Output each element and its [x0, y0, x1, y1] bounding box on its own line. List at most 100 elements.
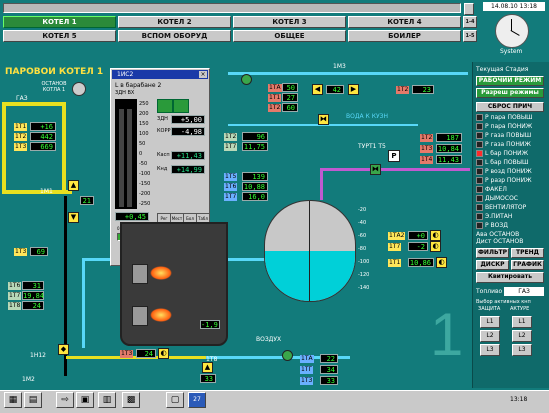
valve-bottom-up[interactable]: ▲ — [202, 362, 213, 373]
choice-l3-protection[interactable]: L3 — [480, 344, 500, 356]
tag-1ta-bottom: 1ТА — [300, 355, 314, 363]
acknowledge-button[interactable]: Квитировать — [476, 272, 544, 283]
nav-boiler[interactable]: БОИЛЕР — [348, 30, 461, 42]
drum-control-icon[interactable]: ◐ — [430, 230, 441, 241]
status-led — [476, 186, 483, 193]
taskbar-icon-box[interactable]: ▣ — [76, 392, 94, 408]
tag-mid-1t2: 1Т2 — [224, 133, 238, 141]
choice-l3-active[interactable]: L3 — [512, 344, 532, 356]
arrow-down-icon[interactable]: ▼ — [68, 212, 79, 223]
kor-label: КОРР — [157, 128, 171, 134]
nav-kotel-2[interactable]: КОТЕЛ 2 — [118, 16, 231, 28]
stop-boiler-button[interactable] — [72, 82, 86, 96]
choice-l1-active[interactable]: L1 — [512, 316, 532, 328]
trend-button[interactable]: ТРЕНД — [511, 248, 544, 258]
taskbar-clock: 13:18 — [510, 396, 528, 403]
gas-pipe-vertical — [2, 102, 6, 192]
nav-kotel-3[interactable]: КОТЕЛ 3 — [233, 16, 346, 28]
valve-top-left[interactable]: ◀ — [312, 84, 323, 95]
nav-kotel-4[interactable]: КОТЕЛ 4 — [348, 16, 461, 28]
choice-l2-active[interactable]: L2 — [512, 330, 532, 342]
value-1t1: +16 — [30, 122, 56, 131]
valve-mid-icon[interactable]: ⧓ — [318, 114, 329, 125]
drum-control-icon-2[interactable]: ◐ — [430, 241, 441, 252]
fuel-select-value[interactable]: ГАЗ — [504, 287, 544, 296]
water-pipe-top — [228, 72, 468, 75]
popup-mode-icon-2[interactable] — [173, 99, 189, 113]
steam-pipe — [320, 168, 470, 171]
choice-l1-protection[interactable]: L1 — [480, 316, 500, 328]
arrow-up-icon[interactable]: ▲ — [68, 180, 79, 191]
stop-boiler-label: ОСТАНОВ КОТЛА 1 — [41, 81, 67, 93]
taskbar-icon-list[interactable]: ▤ — [24, 392, 42, 408]
sidebar-item-7: Р разр ПОНИЖ — [476, 177, 544, 185]
modes-button[interactable]: Разреш режимы — [476, 88, 544, 98]
popup-mode-icon[interactable] — [157, 99, 173, 113]
value-mid-1t2: 96 — [242, 132, 268, 141]
tag-1ta: 1ТА — [268, 84, 282, 92]
knd-value[interactable]: +14,99 — [171, 165, 205, 174]
zdn-label: ЗДН — [157, 116, 168, 122]
fan-icon[interactable] — [282, 350, 293, 361]
label-1m2: 1М2 — [22, 376, 35, 383]
corner-button[interactable] — [464, 3, 474, 15]
tag-1t8: 1Т8 — [8, 302, 22, 310]
nav-obshchee[interactable]: ОБЩЕЕ — [233, 30, 346, 42]
status-led — [476, 132, 483, 139]
datetime-display: 14.08.10 13:18 — [483, 2, 545, 11]
value-1t5: 139 — [242, 172, 268, 181]
choice-l2-protection[interactable]: L2 — [480, 330, 500, 342]
page-index-2[interactable]: 1-5 — [463, 30, 477, 42]
steam-valve-icon[interactable]: ⧓ — [370, 164, 381, 175]
sidebar-item-14: Дист ОСТАНОВ — [476, 238, 524, 245]
kasp-label: Касп — [157, 152, 170, 158]
reset-reason-button[interactable]: СБРОС ПРИЧ — [476, 102, 544, 112]
filter-button[interactable]: ФИЛЬТР — [476, 248, 509, 258]
value-1t2: 442 — [30, 132, 56, 141]
stage-button[interactable]: РАБОЧИЙ РЕЖИМ — [476, 76, 544, 86]
tag-1t7: 1Т7 — [8, 292, 22, 300]
gas-pipe-riser — [62, 102, 66, 190]
zdn-value[interactable]: +5,00 — [171, 115, 205, 124]
graph-button[interactable]: ГРАФИК — [511, 260, 544, 270]
taskbar-icon-chart[interactable]: ▩ — [122, 392, 140, 408]
sidebar-item-1: Р пара ПОНИЖ — [476, 123, 544, 131]
taskbar-icon-grid[interactable]: ▦ — [4, 392, 22, 408]
valve-top-right[interactable]: ▶ — [348, 84, 359, 95]
value-drum-1t1: 10,86 — [408, 258, 434, 267]
tag-mid-1t7: 1Т7 — [224, 143, 238, 151]
pump-icon[interactable] — [241, 74, 252, 85]
tag-drum-1t1: 1Т1 — [388, 259, 402, 267]
taskbar-icon-badge[interactable]: 27 — [188, 392, 206, 408]
taskbar-icon-panel[interactable]: ▥ — [98, 392, 116, 408]
status-led — [476, 114, 483, 121]
sidebar-item-5: L бар ПОВЫШ — [476, 159, 544, 167]
valve-bottom-icon[interactable]: ◆ — [58, 344, 69, 355]
tag-r-1t3: 1Т3 — [420, 145, 434, 153]
sidebar-item-8: ФАКЕЛ — [476, 186, 544, 194]
system-label: System — [500, 48, 523, 55]
discrete-button[interactable]: ДИСКР — [476, 260, 509, 270]
tag-r-1t2: 1Т2 — [420, 134, 434, 142]
status-led — [476, 168, 483, 175]
drum-control-icon-3[interactable]: ◐ — [436, 257, 447, 268]
tag-1t2: 1Т2 — [14, 133, 28, 141]
bottom-control-icon[interactable]: ◐ — [158, 348, 169, 359]
status-led — [476, 204, 483, 211]
value-1t8: 24 — [22, 301, 44, 310]
nav-kotel-1[interactable]: КОТЕЛ 1 — [3, 16, 116, 28]
popup-close-button[interactable]: × — [199, 71, 207, 78]
page-index-1[interactable]: 1-4 — [463, 16, 477, 28]
tag-1t7-mid: 1Т7 — [224, 193, 238, 201]
furnace-value: -1,9 — [200, 320, 220, 329]
taskbar-icon-arrow[interactable]: ⇨ — [56, 392, 74, 408]
feed-water-pipe-down — [82, 258, 85, 348]
status-led — [476, 195, 483, 202]
tag-right-1t2: 1Т2 — [396, 86, 410, 94]
nav-kotel-5[interactable]: КОТЕЛ 5 — [3, 30, 116, 42]
fuel-select-label: Топливо — [476, 288, 503, 295]
tag-1tg-bottom: 1ТГ — [300, 366, 314, 374]
kasp-value[interactable]: +11,43 — [171, 151, 205, 160]
nav-vspom-oborud[interactable]: ВСПОМ ОБОРУД — [118, 30, 231, 42]
taskbar-icon-window[interactable]: ▢ — [166, 392, 184, 408]
